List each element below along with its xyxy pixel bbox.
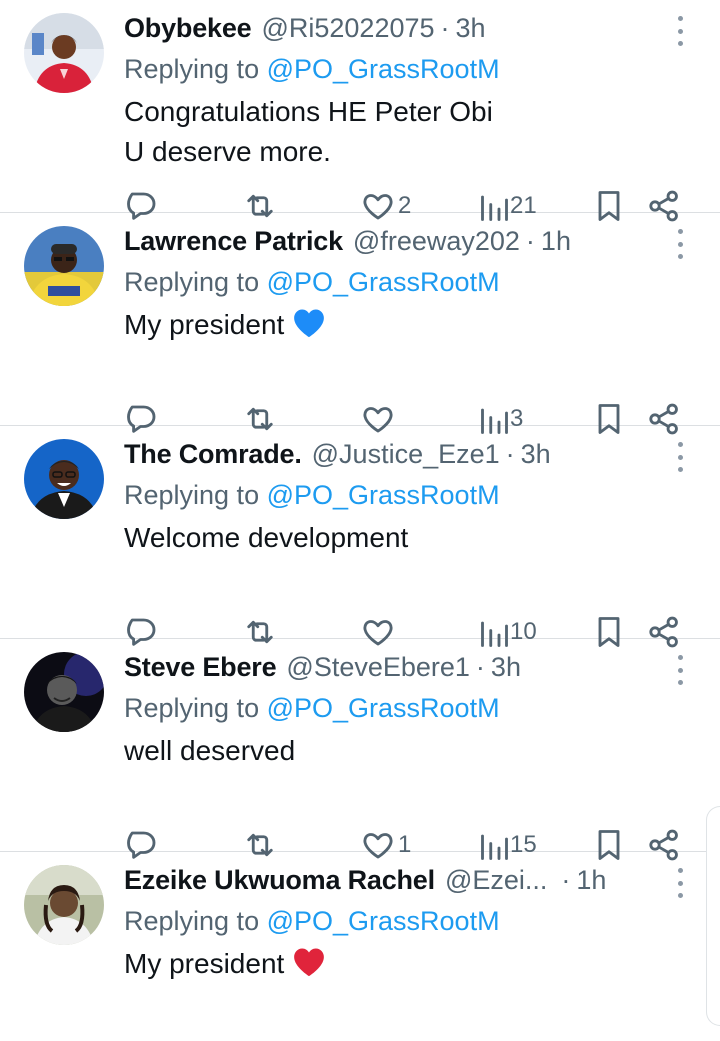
display-name[interactable]: Steve Ebere xyxy=(124,652,277,683)
tweet-text-line: well deserved xyxy=(124,735,296,766)
avatar[interactable] xyxy=(24,13,104,93)
replying-to-handle[interactable]: @PO_GrassRootM xyxy=(267,54,500,84)
tweet-text-line: My president xyxy=(124,309,285,340)
replying-to-label: Replying to xyxy=(124,480,267,510)
tweet-text: My president xyxy=(124,305,664,345)
replying-to-handle[interactable]: @PO_GrassRootM xyxy=(267,480,500,510)
blue-heart-icon xyxy=(294,309,325,338)
display-name[interactable]: Obybekee xyxy=(124,13,252,44)
tweet-content: Ezeike Ukwuoma Rachel @Ezei... · 1h Repl… xyxy=(124,862,664,984)
user-handle[interactable]: @SteveEbere1 xyxy=(286,652,470,683)
red-heart-icon xyxy=(294,948,325,977)
reply-tweet[interactable]: Ezeike Ukwuoma Rachel @Ezei... · 1h Repl… xyxy=(0,852,720,1041)
more-options-icon[interactable] xyxy=(668,442,692,472)
tweet-text-line: Welcome development xyxy=(124,522,409,553)
timestamp[interactable]: 3h xyxy=(521,439,551,470)
reply-tweet[interactable]: Obybekee @Ri52022075 · 3h Replying to @P… xyxy=(0,0,720,222)
replying-to: Replying to @PO_GrassRootM xyxy=(124,52,664,86)
replying-to-label: Replying to xyxy=(124,906,267,936)
separator-dot: · xyxy=(475,651,485,682)
more-options-icon[interactable] xyxy=(668,16,692,46)
user-handle[interactable]: @Ri52022075 xyxy=(261,13,434,44)
separator-dot: · xyxy=(525,225,535,256)
tweet-text: well deserved xyxy=(124,731,664,771)
tweet-header: The Comrade. @Justice_Eze1 · 3h xyxy=(124,436,664,472)
tweet-text: Welcome development xyxy=(124,518,664,558)
scrollbar-handle[interactable] xyxy=(706,806,720,1026)
replying-to: Replying to @PO_GrassRootM xyxy=(124,478,664,512)
replying-to-label: Replying to xyxy=(124,54,267,84)
timestamp[interactable]: 1h xyxy=(541,226,571,257)
tweet-header: Ezeike Ukwuoma Rachel @Ezei... · 1h xyxy=(124,862,664,898)
more-options-icon[interactable] xyxy=(668,229,692,259)
display-name[interactable]: Lawrence Patrick xyxy=(124,226,343,257)
display-name[interactable]: Ezeike Ukwuoma Rachel xyxy=(124,865,435,896)
avatar[interactable] xyxy=(24,865,104,945)
user-handle[interactable]: @Justice_Eze1 xyxy=(312,439,500,470)
timestamp[interactable]: 3h xyxy=(491,652,521,683)
reply-tweet[interactable]: Steve Ebere @SteveEbere1 · 3h Replying t… xyxy=(0,639,720,861)
replying-to: Replying to @PO_GrassRootM xyxy=(124,691,664,725)
display-name[interactable]: The Comrade. xyxy=(124,439,302,470)
replying-to-label: Replying to xyxy=(124,693,267,723)
avatar[interactable] xyxy=(24,652,104,732)
tweet-text: Congratulations HE Peter Obi U deserve m… xyxy=(124,92,664,172)
tweet-text-line: U deserve more. xyxy=(124,136,331,167)
replying-to-handle[interactable]: @PO_GrassRootM xyxy=(267,693,500,723)
tweet-text-line: Congratulations HE Peter Obi xyxy=(124,96,493,127)
replying-to: Replying to @PO_GrassRootM xyxy=(124,265,664,299)
tweet-content: The Comrade. @Justice_Eze1 · 3h Replying… xyxy=(124,436,664,558)
separator-dot: · xyxy=(440,12,450,43)
separator-dot: · xyxy=(561,864,571,895)
tweet-content: Obybekee @Ri52022075 · 3h Replying to @P… xyxy=(124,10,664,172)
reply-tweet[interactable]: The Comrade. @Justice_Eze1 · 3h Replying… xyxy=(0,426,720,648)
tweet-text-line: My president xyxy=(124,948,285,979)
timestamp[interactable]: 3h xyxy=(456,13,486,44)
tweet-text: My president xyxy=(124,944,664,984)
timestamp[interactable]: 1h xyxy=(576,865,606,896)
tweet-content: Lawrence Patrick @freeway202 · 1h Replyi… xyxy=(124,223,664,345)
replying-to-label: Replying to xyxy=(124,267,267,297)
tweet-header: Steve Ebere @SteveEbere1 · 3h xyxy=(124,649,664,685)
tweet-header: Lawrence Patrick @freeway202 · 1h xyxy=(124,223,664,259)
user-handle[interactable]: @Ezei... xyxy=(445,865,547,896)
reply-tweet[interactable]: Lawrence Patrick @freeway202 · 1h Replyi… xyxy=(0,213,720,435)
more-options-icon[interactable] xyxy=(668,868,692,898)
reply-feed: Obybekee @Ri52022075 · 3h Replying to @P… xyxy=(0,0,720,1041)
replying-to: Replying to @PO_GrassRootM xyxy=(124,904,664,938)
replying-to-handle[interactable]: @PO_GrassRootM xyxy=(267,906,500,936)
more-options-icon[interactable] xyxy=(668,655,692,685)
separator-dot: · xyxy=(505,438,515,469)
avatar[interactable] xyxy=(24,439,104,519)
avatar[interactable] xyxy=(24,226,104,306)
user-handle[interactable]: @freeway202 xyxy=(353,226,520,257)
tweet-content: Steve Ebere @SteveEbere1 · 3h Replying t… xyxy=(124,649,664,771)
tweet-header: Obybekee @Ri52022075 · 3h xyxy=(124,10,664,46)
replying-to-handle[interactable]: @PO_GrassRootM xyxy=(267,267,500,297)
